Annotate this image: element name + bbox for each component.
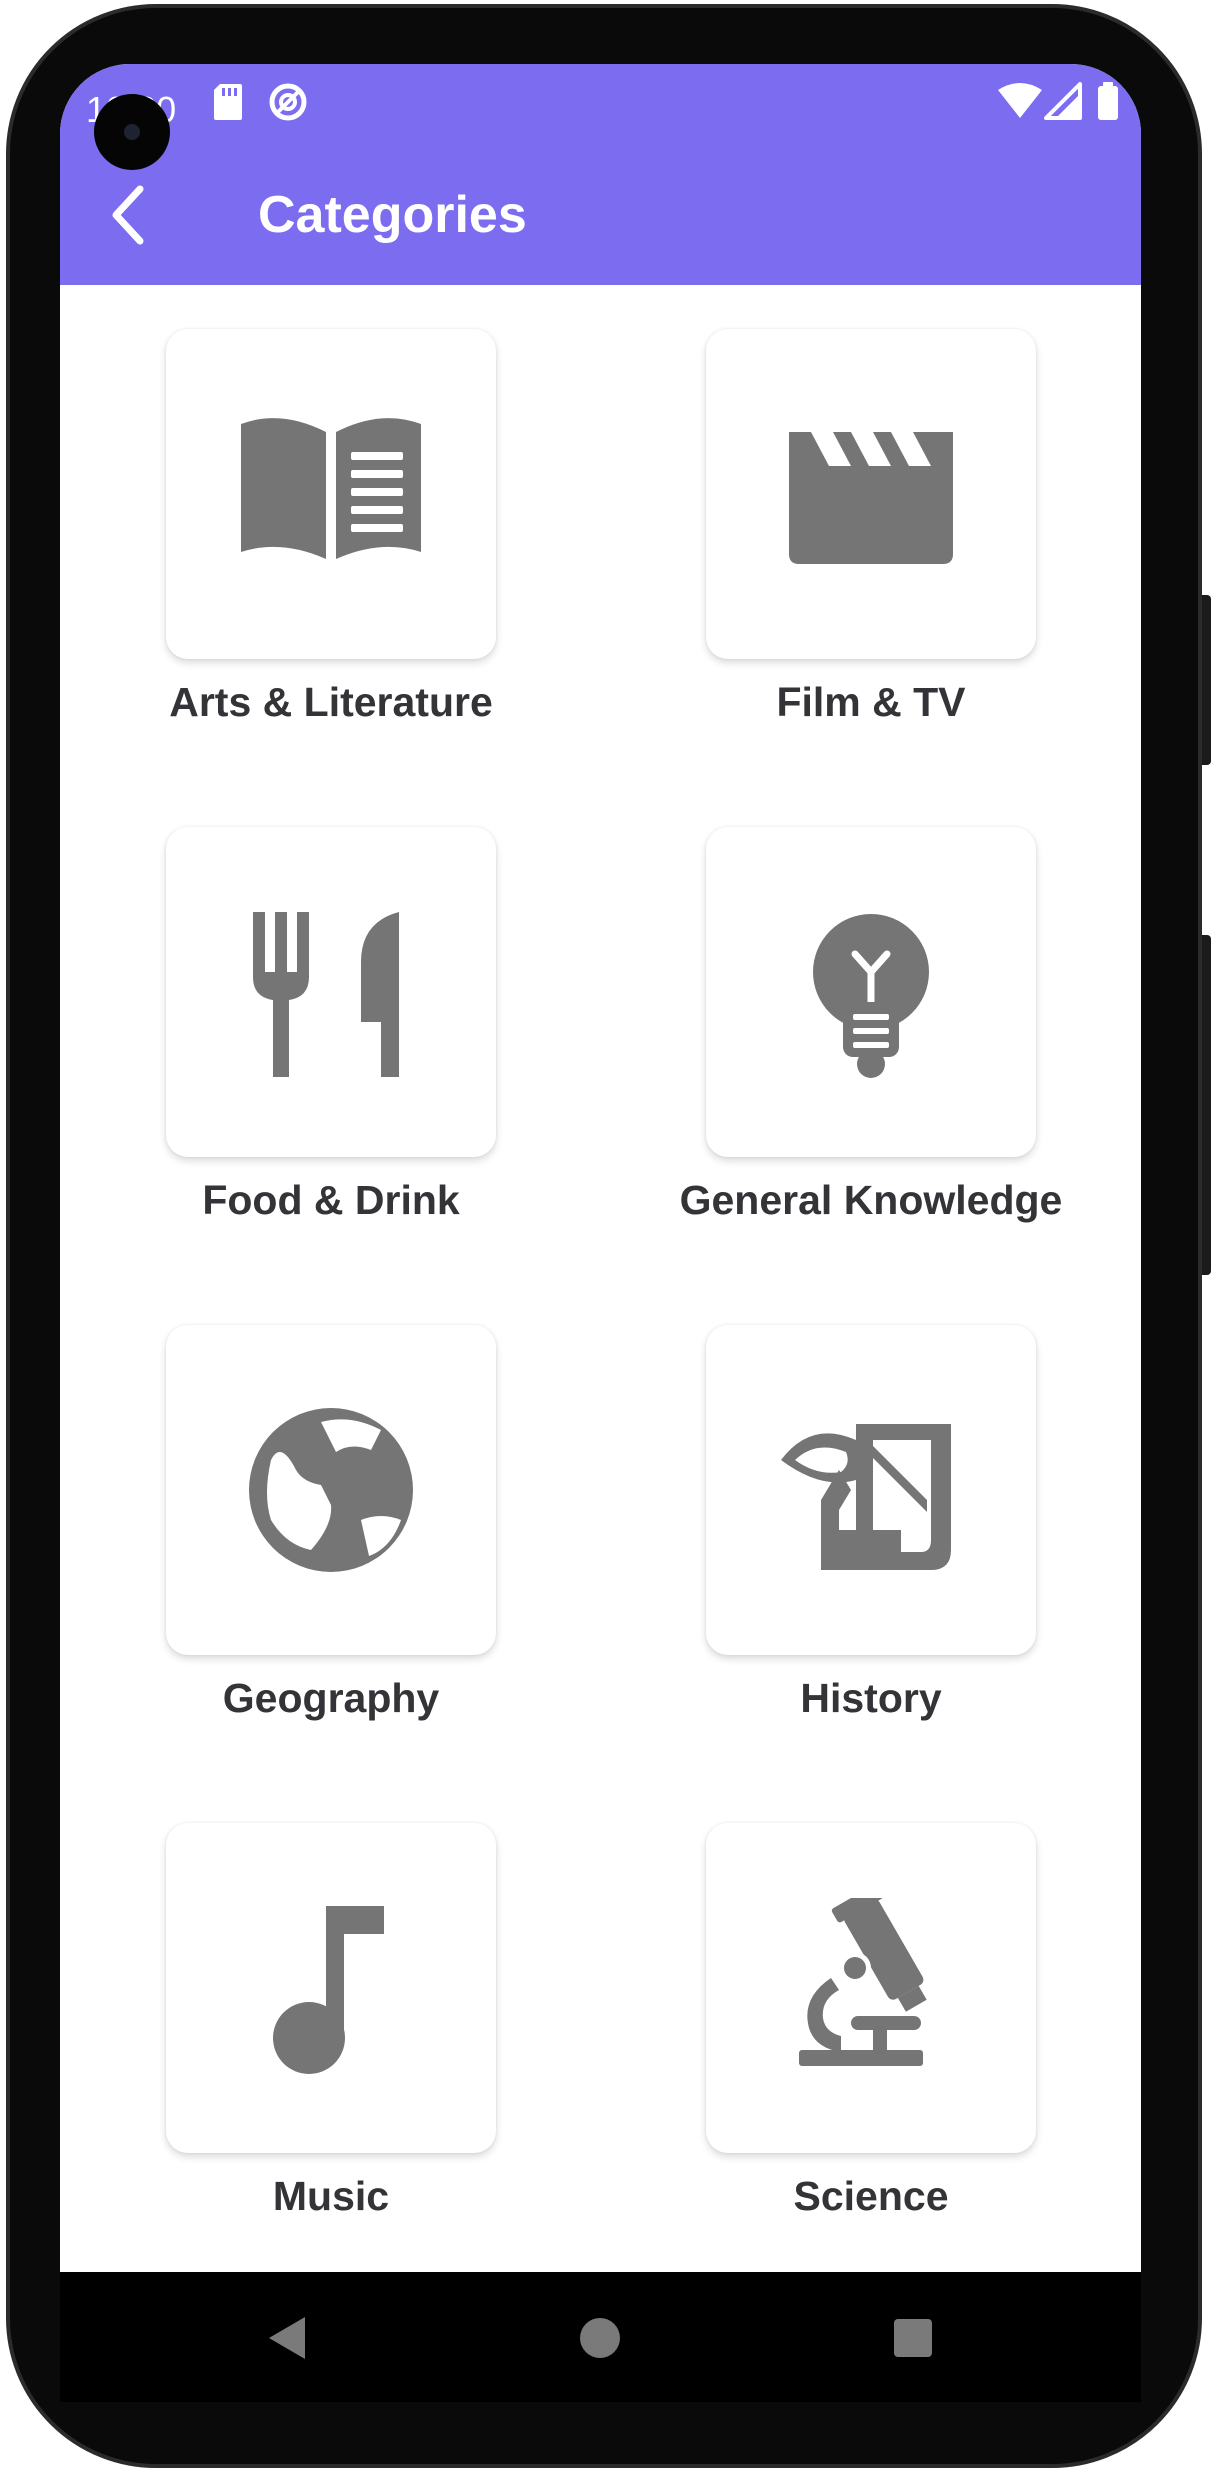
category-label: History [800, 1675, 942, 1721]
category-label: Film & TV [776, 679, 966, 725]
sd-card-icon [214, 84, 242, 120]
category-tile-music[interactable] [166, 1823, 496, 2153]
clapperboard-icon [789, 432, 953, 564]
nav-recents-square-icon[interactable] [893, 2318, 933, 2358]
category-tile-history[interactable] [706, 1325, 1036, 1655]
category-label: Geography [222, 1675, 440, 1721]
open-book-icon [241, 418, 421, 559]
volume-button [1202, 595, 1211, 765]
signal-icon [1044, 82, 1082, 120]
wifi-icon [998, 83, 1042, 118]
category-label: Arts & Literature [169, 679, 493, 725]
category-tile-general-knowledge[interactable] [706, 827, 1036, 1157]
front-camera [94, 94, 170, 170]
camera-lens [124, 124, 140, 140]
device-frame: 10:20 [0, 0, 1211, 2474]
system-nav-bar [60, 2272, 1141, 2402]
page-title: Categories [258, 186, 527, 244]
category-label: Music [272, 2173, 390, 2219]
data-saver-icon [269, 83, 307, 121]
category-label: Food & Drink [202, 1177, 460, 1223]
category-tile-geography[interactable] [166, 1325, 496, 1655]
category-tile-food-drink[interactable] [166, 827, 496, 1157]
app-screen: 10:20 [60, 64, 1141, 2272]
nav-back-triangle-icon[interactable] [265, 2315, 309, 2361]
history-scroll-icon [781, 1424, 951, 1570]
lightbulb-icon [813, 914, 929, 1078]
power-button [1202, 935, 1211, 1275]
category-tile-arts-literature[interactable] [166, 329, 496, 659]
back-arrow-icon[interactable] [94, 179, 166, 251]
category-label: General Knowledge [679, 1177, 1063, 1223]
music-note-icon [273, 1906, 384, 2074]
microscope-icon [799, 1898, 927, 2066]
fork-knife-icon [253, 912, 399, 1077]
nav-home-circle-icon[interactable] [579, 2317, 621, 2359]
globe-icon [249, 1408, 413, 1572]
category-tile-film-tv[interactable] [706, 329, 1036, 659]
category-label: Science [793, 2173, 949, 2219]
battery-icon [1098, 82, 1118, 120]
category-tile-science[interactable] [706, 1823, 1036, 2153]
app-bar: 10:20 [60, 64, 1141, 285]
